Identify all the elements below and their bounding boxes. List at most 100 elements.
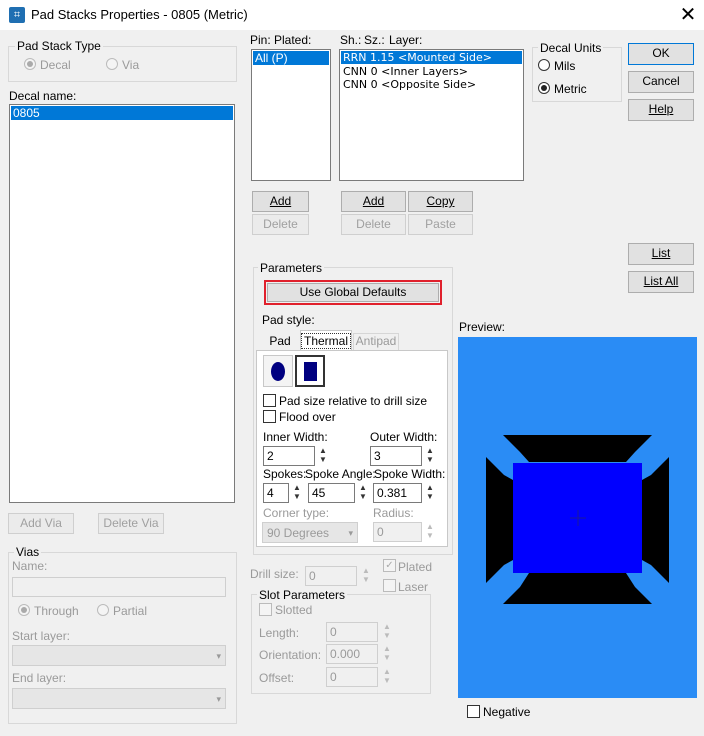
drill-size-field[interactable]: 0 xyxy=(305,566,357,586)
flood-over-checkbox[interactable] xyxy=(263,410,276,423)
length-field[interactable]: 0 xyxy=(326,622,378,642)
orientation-field[interactable]: 0.000 xyxy=(326,644,378,664)
add-via-button[interactable]: Add Via xyxy=(8,513,74,534)
layer-header: Layer: xyxy=(389,33,423,47)
spoke-width-stepper[interactable]: ▲ ▼ xyxy=(425,483,435,503)
thermal-spoke-top xyxy=(503,435,652,452)
layer-paste-button[interactable]: Paste xyxy=(408,214,473,235)
pin-list-item-selected[interactable]: All (P) xyxy=(253,51,329,65)
plated-header: Plated: xyxy=(274,33,312,47)
preview-label: Preview: xyxy=(459,320,506,334)
decal-list-item-selected[interactable]: 0805 xyxy=(11,106,233,120)
outer-width-stepper[interactable]: ▲ ▼ xyxy=(425,446,435,466)
close-icon[interactable]: ✕ xyxy=(676,2,700,28)
tab-antipad[interactable]: Antipad xyxy=(353,333,399,350)
inner-width-stepper[interactable]: ▲ ▼ xyxy=(318,446,328,466)
thermal-spoke-left-fill xyxy=(504,475,513,565)
through-radio[interactable] xyxy=(18,604,30,616)
chevron-down-icon: ▾ xyxy=(216,651,221,661)
decal-name-list[interactable]: 0805 xyxy=(9,104,235,503)
decal-radio[interactable] xyxy=(24,58,36,70)
spoke-angle-field[interactable]: 45 xyxy=(308,483,355,503)
layer-list-item-selected[interactable]: RRN 1.15 <Mounted Side> xyxy=(341,51,522,64)
pin-add-button[interactable]: Add xyxy=(252,191,309,212)
thermal-spoke-bottom-fill xyxy=(520,573,635,587)
end-layer-select[interactable]: ▾ xyxy=(12,688,226,709)
via-name-label: Name: xyxy=(12,559,48,573)
laser-checkbox[interactable] xyxy=(383,579,396,592)
offset-stepper[interactable]: ▲ ▼ xyxy=(382,667,392,687)
plated-label: Plated xyxy=(398,560,433,574)
via-name-field[interactable] xyxy=(12,577,226,597)
metric-radio-label: Metric xyxy=(554,82,587,96)
tab-thermal[interactable]: Thermal xyxy=(300,330,352,351)
offset-label: Offset: xyxy=(259,671,295,685)
layer-list-item[interactable]: CNN 0 <Opposite Side> xyxy=(341,78,522,91)
radius-field[interactable]: 0 xyxy=(373,522,422,542)
layer-list[interactable]: RRN 1.15 <Mounted Side> CNN 0 <Inner Lay… xyxy=(339,49,524,181)
use-global-defaults-button[interactable]: Use Global Defaults xyxy=(267,283,439,302)
start-layer-select[interactable]: ▾ xyxy=(12,645,226,666)
spoke-angle-label: Spoke Angle: xyxy=(305,467,376,481)
spokes-stepper[interactable]: ▲ ▼ xyxy=(292,483,302,503)
length-stepper[interactable]: ▲ ▼ xyxy=(382,622,392,642)
preview-canvas xyxy=(458,337,697,698)
round-thermal-button[interactable] xyxy=(263,355,293,387)
orientation-stepper[interactable]: ▲ ▼ xyxy=(382,644,392,664)
spokes-label: Spokes: xyxy=(263,467,307,481)
thermal-spoke-bottom xyxy=(503,587,652,604)
plated-checkbox[interactable]: ✓ xyxy=(383,559,396,572)
mils-radio-label: Mils xyxy=(554,59,576,73)
pin-list[interactable]: All (P) xyxy=(251,49,331,181)
vias-label: Vias xyxy=(14,545,42,559)
pin-header: Pin: xyxy=(250,33,271,47)
list-label: List xyxy=(651,246,671,260)
pad-size-relative-checkbox[interactable] xyxy=(263,394,276,407)
tab-pad[interactable]: Pad xyxy=(262,333,298,351)
metric-radio[interactable] xyxy=(538,82,550,94)
square-thermal-button[interactable] xyxy=(295,355,325,387)
ok-button[interactable]: OK xyxy=(628,43,694,65)
pad-stack-type-label: Pad Stack Type xyxy=(15,39,103,53)
delete-via-button[interactable]: Delete Via xyxy=(98,513,164,534)
negative-checkbox[interactable] xyxy=(467,705,480,718)
square-pad-icon xyxy=(304,362,317,381)
offset-field[interactable]: 0 xyxy=(326,667,378,687)
list-all-label: List All xyxy=(643,274,679,288)
pad-size-relative-label: Pad size relative to drill size xyxy=(279,394,428,408)
layer-add-label: Add xyxy=(362,194,385,208)
decal-units-label: Decal Units xyxy=(538,41,604,55)
outer-width-field[interactable]: 3 xyxy=(370,446,422,466)
inner-width-field[interactable]: 2 xyxy=(263,446,315,466)
pin-delete-button[interactable]: Delete xyxy=(252,214,309,235)
via-radio[interactable] xyxy=(106,58,118,70)
laser-label: Laser xyxy=(398,580,429,594)
cancel-button[interactable]: Cancel xyxy=(628,71,694,93)
drill-size-stepper[interactable]: ▲ ▼ xyxy=(361,566,371,586)
parameters-label: Parameters xyxy=(258,261,325,275)
list-all-button[interactable]: List All xyxy=(628,271,694,293)
spoke-width-label: Spoke Width: xyxy=(374,467,446,481)
list-button[interactable]: List xyxy=(628,243,694,265)
help-button[interactable]: Help xyxy=(628,99,694,121)
radius-stepper[interactable]: ▲ ▼ xyxy=(425,522,435,542)
outer-width-label: Outer Width: xyxy=(370,430,438,444)
slot-parameters-label: Slot Parameters xyxy=(257,588,348,602)
layer-copy-button[interactable]: Copy xyxy=(408,191,473,212)
spokes-field[interactable]: 4 xyxy=(263,483,289,503)
tab-thermal-label: Thermal xyxy=(301,333,352,349)
drill-size-label: Drill size: xyxy=(250,567,299,581)
corner-type-select[interactable]: 90 Degrees ▾ xyxy=(262,522,358,543)
layer-add-button[interactable]: Add xyxy=(341,191,406,212)
layer-copy-label: Copy xyxy=(426,194,455,208)
start-layer-label: Start layer: xyxy=(12,629,71,643)
spoke-width-field[interactable]: 0.381 xyxy=(373,483,422,503)
slotted-checkbox[interactable] xyxy=(259,603,272,616)
radius-label: Radius: xyxy=(373,506,414,520)
layer-delete-button[interactable]: Delete xyxy=(341,214,406,235)
layer-list-item[interactable]: CNN 0 <Inner Layers> xyxy=(341,65,522,78)
partial-radio[interactable] xyxy=(97,604,109,616)
spoke-angle-stepper[interactable]: ▲ ▼ xyxy=(358,483,368,503)
via-radio-label: Via xyxy=(122,58,140,72)
mils-radio[interactable] xyxy=(538,59,550,71)
